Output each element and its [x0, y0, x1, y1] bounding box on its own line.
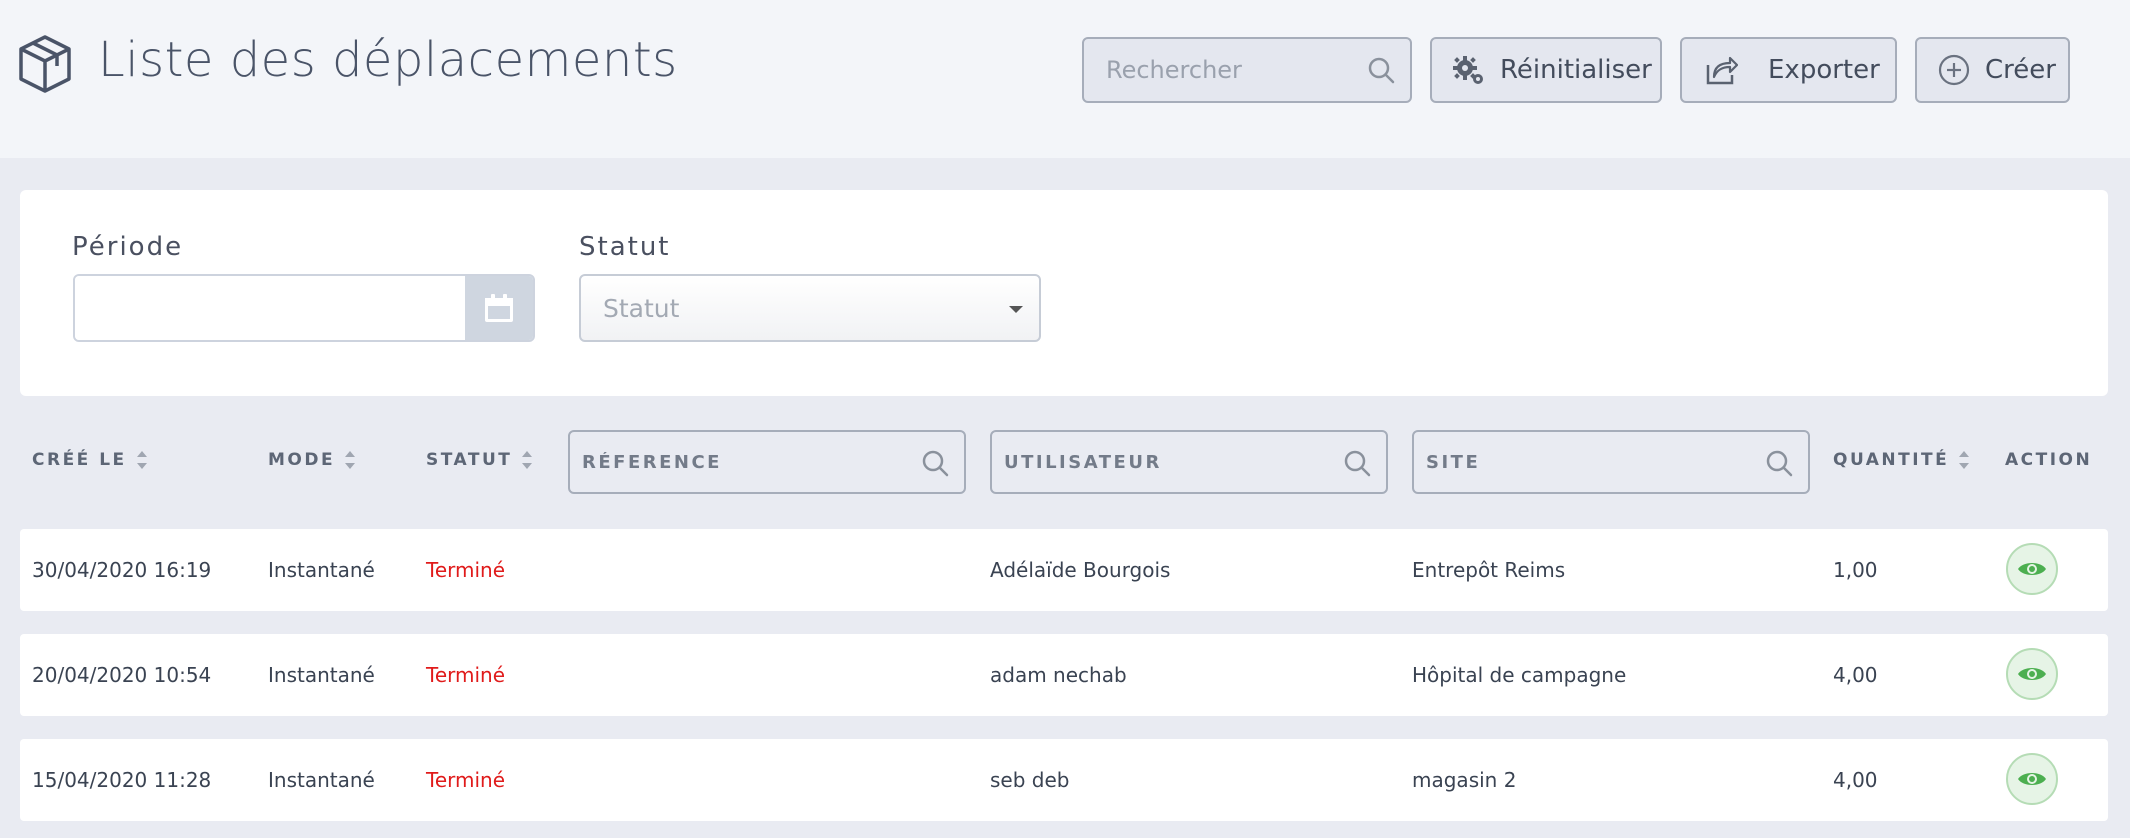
- user-search-input[interactable]: [992, 432, 1332, 492]
- eye-icon: [2018, 563, 2046, 575]
- column-header-mode[interactable]: MODE: [268, 450, 356, 470]
- view-button[interactable]: [2006, 648, 2058, 700]
- export-label: Exporter: [1768, 55, 1880, 85]
- sort-icon: [1959, 451, 1970, 469]
- calendar-button[interactable]: [465, 276, 533, 340]
- cell-site: Entrepôt Reims: [1412, 558, 1566, 582]
- create-label: Créer: [1985, 55, 2056, 85]
- site-search-input[interactable]: [1414, 432, 1754, 492]
- cell-user: seb deb: [990, 768, 1070, 792]
- view-button[interactable]: [2006, 543, 2058, 595]
- column-label: STATUT: [426, 450, 513, 470]
- sort-icon: [522, 451, 533, 469]
- search-icon: [1344, 450, 1371, 477]
- search-icon: [922, 450, 949, 477]
- cell-mode: Instantané: [268, 768, 375, 792]
- reset-button[interactable]: Réinitialiser: [1430, 37, 1662, 103]
- cell-user: Adélaïde Bourgois: [990, 558, 1171, 582]
- site-column-search[interactable]: [1412, 430, 1810, 494]
- reset-label: Réinitialiser: [1500, 55, 1652, 85]
- cell-quantity: 1,00: [1833, 558, 1878, 582]
- search-icon[interactable]: [1366, 55, 1396, 85]
- column-header-quantity[interactable]: QUANTITÉ: [1833, 450, 1970, 470]
- cell-status: Terminé: [426, 768, 506, 792]
- cell-created: 20/04/2020 10:54: [32, 663, 212, 687]
- column-header-created[interactable]: CRÉÉ LE: [32, 450, 147, 470]
- cell-status: Terminé: [426, 663, 506, 687]
- table-row[interactable]: 20/04/2020 10:54 Instantané Terminé adam…: [20, 634, 2108, 716]
- cell-user: adam nechab: [990, 663, 1127, 687]
- chevron-down-icon: [1009, 306, 1023, 313]
- eye-icon: [2018, 668, 2046, 680]
- period-input[interactable]: [75, 276, 467, 340]
- column-label: CRÉÉ LE: [32, 450, 127, 470]
- period-date-field[interactable]: [73, 274, 535, 342]
- sort-icon: [136, 451, 147, 469]
- column-label: MODE: [268, 450, 336, 470]
- create-button[interactable]: Créer: [1915, 37, 2070, 103]
- table-row[interactable]: 30/04/2020 16:19 Instantané Terminé Adél…: [20, 529, 2108, 611]
- cell-mode: Instantané: [268, 558, 375, 582]
- eye-icon: [2018, 773, 2046, 785]
- cell-status: Terminé: [426, 558, 506, 582]
- reference-search-input[interactable]: [570, 432, 910, 492]
- sort-icon: [345, 451, 356, 469]
- cell-site: magasin 2: [1412, 768, 1517, 792]
- status-select-value: Statut: [603, 294, 680, 323]
- period-label: Période: [72, 232, 184, 262]
- export-button[interactable]: Exporter: [1680, 37, 1897, 103]
- column-header-action: ACTION: [2005, 450, 2092, 470]
- cell-quantity: 4,00: [1833, 768, 1878, 792]
- page-header: Liste des déplacements Réinitialiser: [0, 0, 2130, 158]
- cell-quantity: 4,00: [1833, 663, 1878, 687]
- share-icon: [1706, 56, 1738, 85]
- user-column-search[interactable]: [990, 430, 1388, 494]
- view-button[interactable]: [2006, 753, 2058, 805]
- plus-circle-icon: [1938, 54, 1970, 86]
- calendar-icon: [485, 294, 513, 322]
- search-input[interactable]: [1084, 39, 1354, 101]
- column-label: QUANTITÉ: [1833, 450, 1950, 470]
- cell-mode: Instantané: [268, 663, 375, 687]
- cell-created: 15/04/2020 11:28: [32, 768, 212, 792]
- reference-column-search[interactable]: [568, 430, 966, 494]
- status-select[interactable]: Statut: [579, 274, 1041, 342]
- search-box[interactable]: [1082, 37, 1412, 103]
- filters-panel: Période Statut Statut: [20, 190, 2108, 396]
- page-title: Liste des déplacements: [98, 32, 678, 88]
- column-header-status[interactable]: STATUT: [426, 450, 533, 470]
- table-row[interactable]: 15/04/2020 11:28 Instantané Terminé seb …: [20, 739, 2108, 821]
- gear-icon: [1453, 56, 1483, 84]
- search-icon: [1766, 450, 1793, 477]
- status-filter-label: Statut: [579, 232, 671, 262]
- box-icon: [19, 35, 71, 93]
- cell-site: Hôpital de campagne: [1412, 663, 1627, 687]
- cell-created: 30/04/2020 16:19: [32, 558, 212, 582]
- column-label: ACTION: [2005, 450, 2093, 470]
